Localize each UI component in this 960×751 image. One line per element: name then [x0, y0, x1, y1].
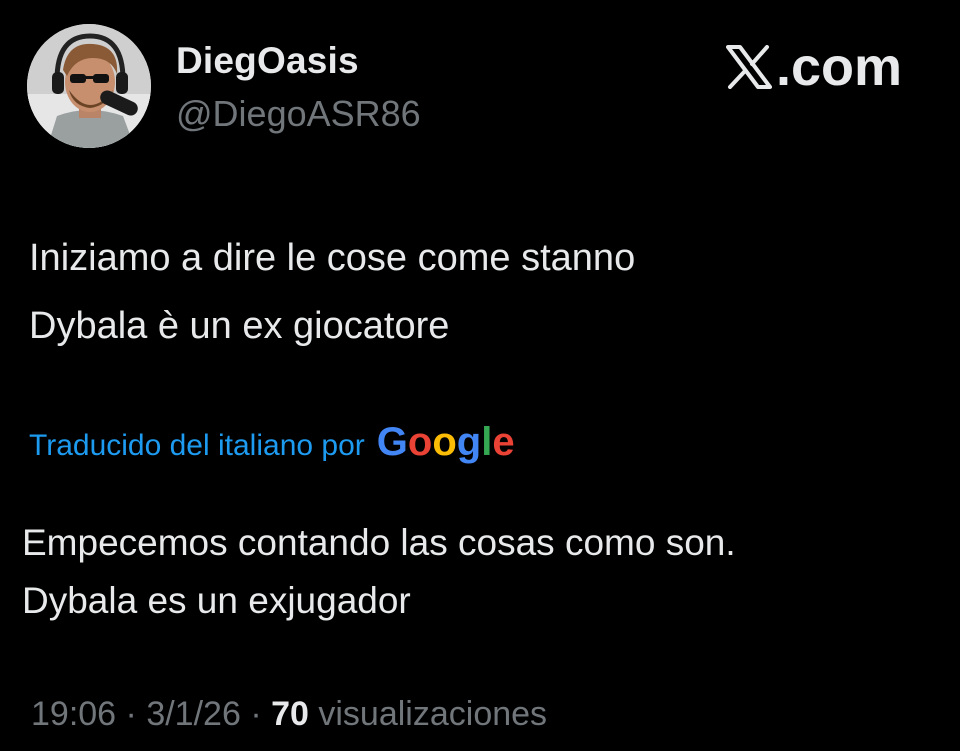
translated-line: Dybala es un exjugador [22, 580, 411, 621]
author-display-name[interactable]: DiegOasis [176, 40, 359, 82]
google-letter: o [432, 420, 457, 464]
google-letter: g [456, 420, 482, 464]
google-letter: G [376, 420, 408, 464]
translation-attribution: Traducido del italiano por Google [29, 420, 515, 465]
brand-domain: .com [775, 37, 902, 97]
tweet-line: Dybala è un ex giocatore [29, 305, 450, 347]
tweet-time[interactable]: 19:06 [31, 695, 116, 733]
views-label[interactable]: visualizaciones [318, 695, 547, 733]
avatar[interactable] [27, 24, 151, 148]
x-com-watermark: .com [725, 36, 902, 98]
tweet-meta: 19:06 · 3/1/26 · 70 visualizaciones [31, 695, 547, 734]
google-logo: Google [377, 420, 515, 465]
google-letter: e [492, 420, 515, 464]
author-handle[interactable]: @DiegoASR86 [176, 93, 421, 135]
x-logo-icon [725, 45, 772, 89]
tweet-date[interactable]: 3/1/26 [146, 695, 241, 733]
meta-separator: · [250, 695, 262, 733]
google-letter: o [407, 420, 433, 464]
meta-separator: · [125, 695, 137, 733]
translated-line: Empecemos contando las cosas como son. [22, 522, 736, 563]
tweet-line: Iniziamo a dire le cose come stanno [29, 237, 636, 279]
translation-link[interactable]: Traducido del italiano por [29, 429, 365, 463]
google-letter: l [481, 420, 493, 464]
tweet-text: Iniziamo a dire le cose come stanno Dyba… [29, 224, 635, 360]
translated-text: Empecemos contando las cosas como son. D… [22, 514, 736, 630]
views-count[interactable]: 70 [271, 695, 309, 733]
avatar-image [27, 24, 151, 148]
